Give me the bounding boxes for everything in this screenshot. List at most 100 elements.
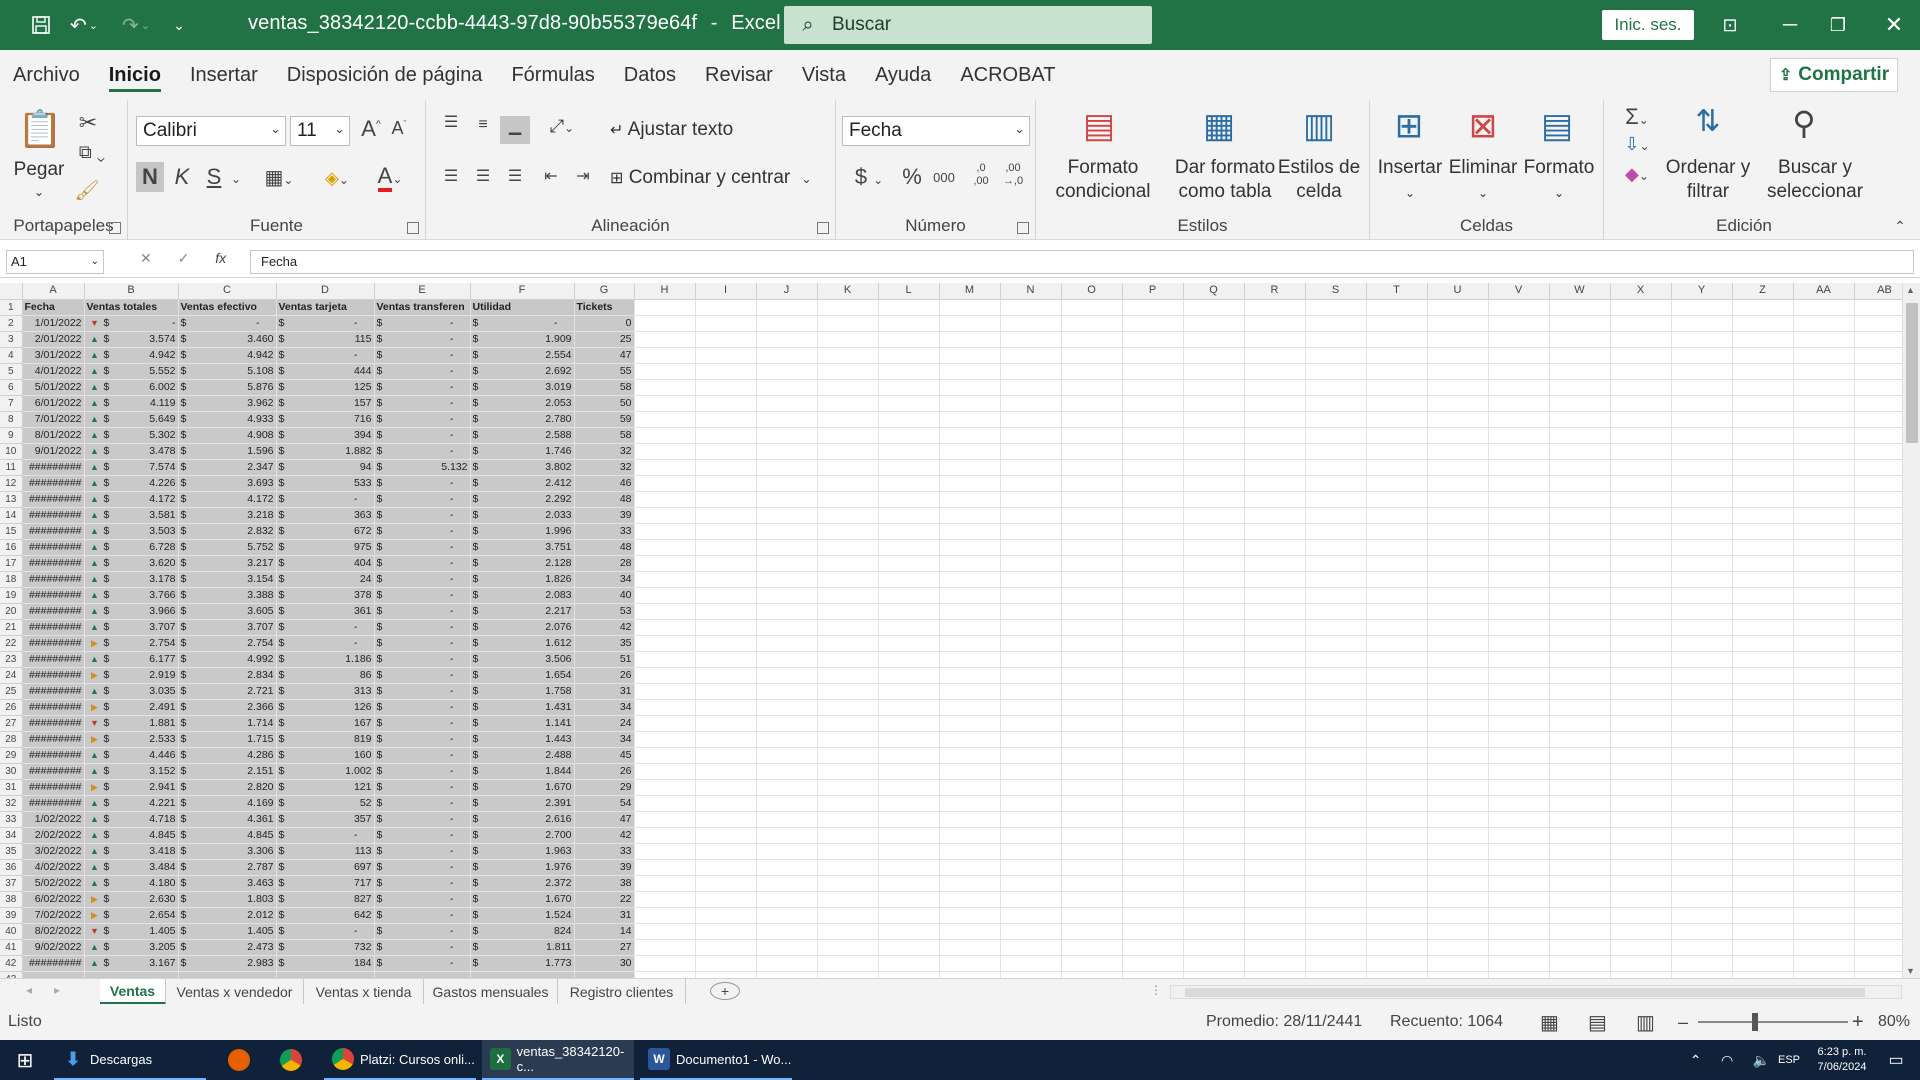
profit-cell[interactable]: $1.758 [470,683,575,700]
cell[interactable] [1366,651,1428,668]
cash-sales-cell[interactable]: $3.218 [178,507,277,524]
cell[interactable] [1122,731,1184,748]
cell[interactable] [1549,699,1611,716]
taskbar-item-descargas[interactable]: ⬇ Descargas [54,1040,206,1080]
cell[interactable] [817,347,879,364]
cell[interactable] [878,331,940,348]
cell[interactable] [1122,683,1184,700]
date-cell[interactable]: 7/02/2022 [22,907,85,924]
cell[interactable] [1000,827,1062,844]
cell[interactable] [1427,315,1489,332]
cell[interactable] [817,619,879,636]
cell[interactable] [1000,347,1062,364]
cash-sales-cell[interactable]: $2.012 [178,907,277,924]
cell[interactable] [634,811,696,828]
cell[interactable] [817,635,879,652]
cell[interactable] [1488,491,1550,508]
cell[interactable] [1610,523,1672,540]
row-header[interactable]: 39 [0,907,23,924]
cell[interactable] [1183,907,1245,924]
cell[interactable] [1122,715,1184,732]
normal-view-icon[interactable]: ▦ [1540,1004,1559,1040]
cell[interactable] [1793,379,1855,396]
cell[interactable] [1549,347,1611,364]
cell[interactable] [939,875,1001,892]
profit-cell[interactable]: $1.826 [470,571,575,588]
row-header[interactable]: 22 [0,635,23,652]
tickets-cell[interactable]: 53 [574,603,635,620]
cell[interactable] [1427,667,1489,684]
cell[interactable] [1305,795,1367,812]
tickets-cell[interactable]: 34 [574,731,635,748]
cell[interactable] [817,603,879,620]
cell[interactable] [695,667,757,684]
cell[interactable] [1122,763,1184,780]
row-header[interactable]: 40 [0,923,23,940]
cell[interactable] [1305,331,1367,348]
cell[interactable] [1488,907,1550,924]
cell[interactable] [1122,635,1184,652]
transfer-sales-cell[interactable]: $ - [374,603,471,620]
tickets-cell[interactable]: 58 [574,379,635,396]
cash-sales-cell[interactable]: $2.151 [178,763,277,780]
cell[interactable] [1183,747,1245,764]
cell[interactable] [1427,299,1489,316]
card-sales-cell[interactable]: $313 [276,683,375,700]
autosum-icon[interactable]: Σ⌄ [1614,104,1660,130]
cell[interactable] [817,459,879,476]
cell[interactable] [1549,891,1611,908]
cell[interactable] [817,411,879,428]
cell[interactable] [756,747,818,764]
cell[interactable] [939,795,1001,812]
cell[interactable] [817,667,879,684]
total-sales-cell[interactable]: ▲ $3.484 [84,859,179,876]
card-sales-cell[interactable]: $378 [276,587,375,604]
cell[interactable] [695,315,757,332]
cell[interactable] [1427,523,1489,540]
cell[interactable] [1122,747,1184,764]
cell[interactable] [756,667,818,684]
cell[interactable] [695,619,757,636]
worksheet-grid[interactable]: A B C D E F G H I J K L M N O P Q R S T U V W X Y Z AA AB 1 Fecha Ven… [0,283,1920,978]
transfer-sales-cell[interactable]: $ - [374,715,471,732]
cell[interactable] [1488,507,1550,524]
cell[interactable] [939,459,1001,476]
underline-dropdown-icon[interactable]: ⌄ [228,164,244,194]
cell[interactable] [634,827,696,844]
tickets-cell[interactable]: 39 [574,859,635,876]
cell[interactable] [1000,795,1062,812]
cell[interactable] [695,523,757,540]
transfer-sales-cell[interactable]: $5.132 [374,459,471,476]
sheet-tab-ventas[interactable]: Ventas [100,979,166,1005]
tickets-cell[interactable]: 24 [574,715,635,732]
cash-sales-cell[interactable]: $5.876 [178,379,277,396]
cell[interactable] [878,619,940,636]
cell[interactable] [634,763,696,780]
cell[interactable] [1000,923,1062,940]
cash-sales-cell[interactable]: $3.707 [178,619,277,636]
cell[interactable] [1000,523,1062,540]
cell[interactable] [1244,875,1306,892]
cell[interactable] [1061,587,1123,604]
cash-sales-cell[interactable]: $1.715 [178,731,277,748]
cell[interactable] [1488,315,1550,332]
cell[interactable] [878,507,940,524]
cell[interactable] [1488,843,1550,860]
cell[interactable] [1000,635,1062,652]
cell[interactable] [1793,411,1855,428]
cell[interactable] [1305,971,1367,978]
cell[interactable] [1366,523,1428,540]
cell[interactable] [1488,603,1550,620]
transfer-sales-cell[interactable]: $ - [374,667,471,684]
card-sales-cell[interactable]: $642 [276,907,375,924]
column-header[interactable]: A [22,283,85,300]
cell[interactable] [1122,811,1184,828]
cell[interactable] [634,971,696,978]
cell[interactable] [1793,619,1855,636]
cell[interactable] [634,731,696,748]
tickets-cell[interactable]: 26 [574,763,635,780]
cell[interactable] [1427,955,1489,972]
cell[interactable] [878,475,940,492]
cell[interactable] [1366,331,1428,348]
cell[interactable] [1610,955,1672,972]
